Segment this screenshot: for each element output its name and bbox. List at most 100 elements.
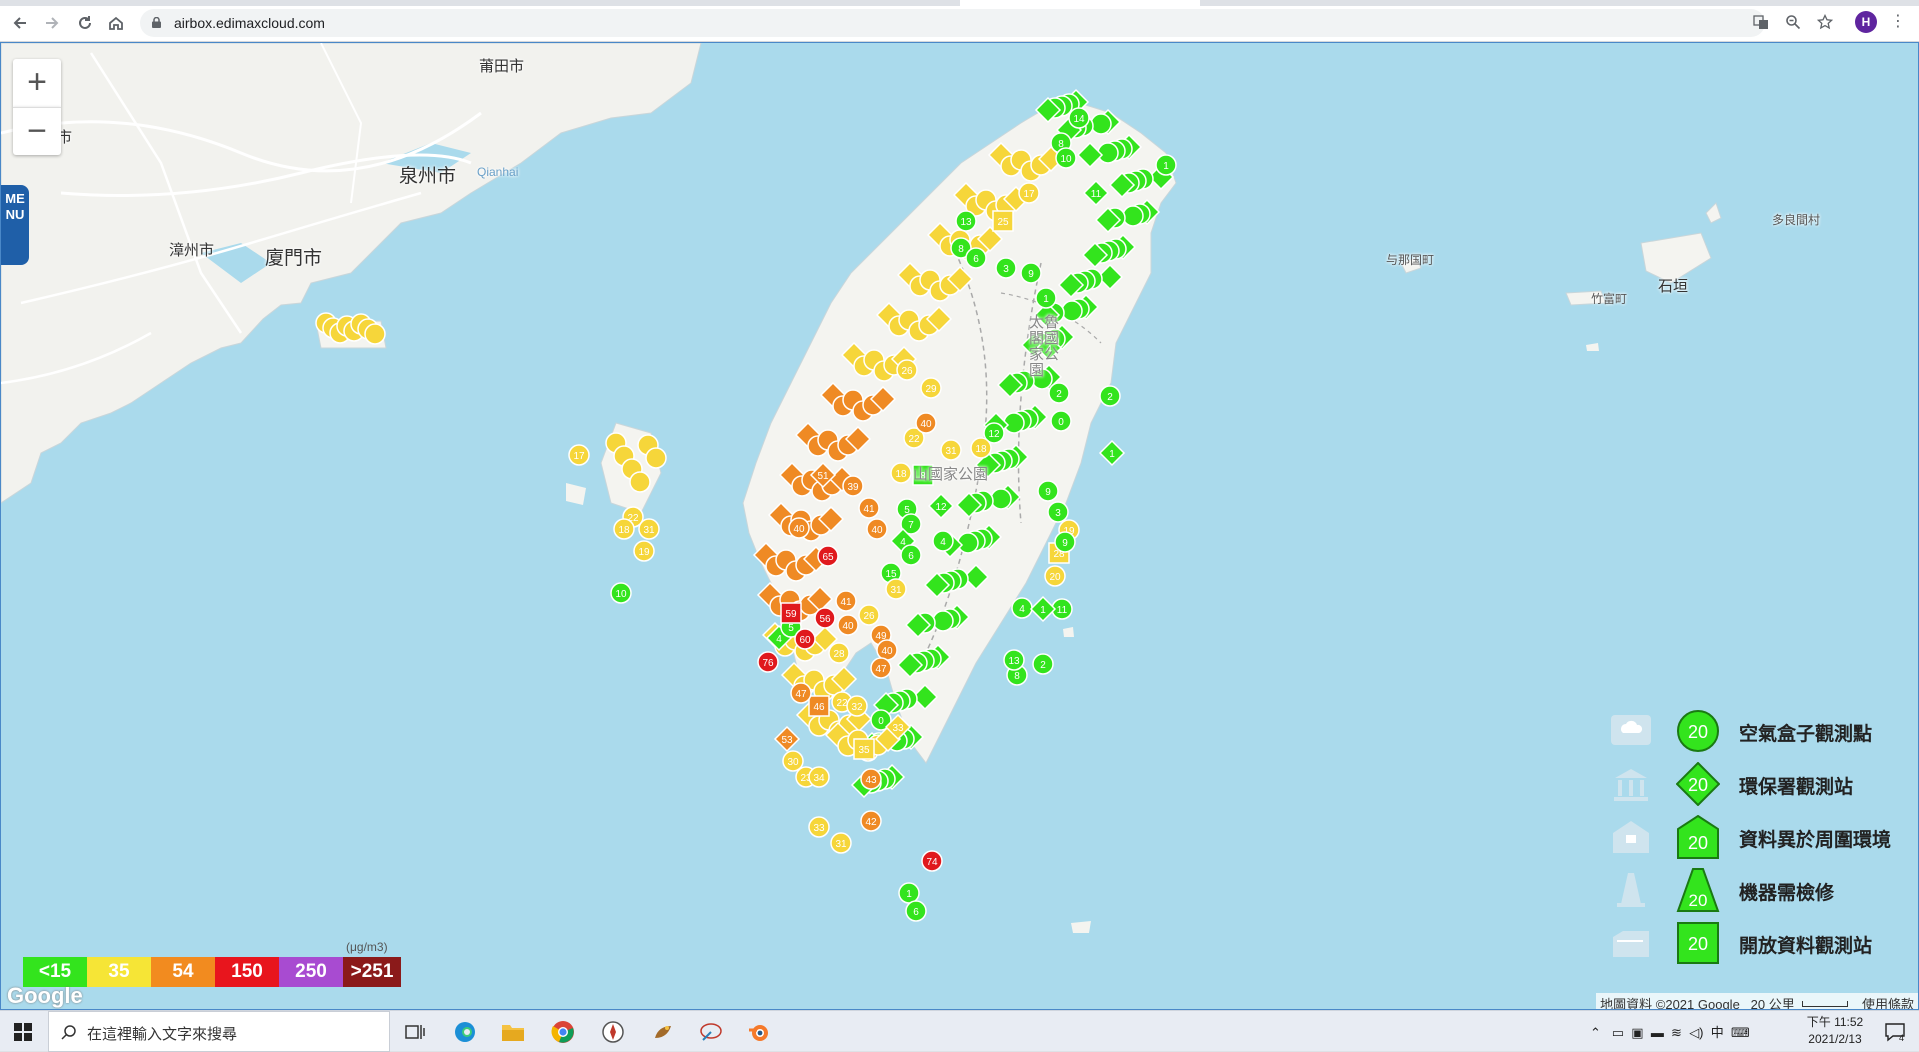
notification-icon[interactable]: 4 (1882, 1019, 1908, 1045)
station-marker[interactable]: 40 (876, 639, 898, 661)
station-marker[interactable]: 3 (995, 257, 1017, 279)
station-marker[interactable]: 28 (828, 642, 850, 664)
station-marker[interactable]: 40 (837, 614, 859, 636)
task-view-icon[interactable] (402, 1019, 428, 1045)
home-icon[interactable] (104, 11, 128, 35)
tray-device-icon[interactable]: ▭ (1612, 1025, 1624, 1040)
blender-icon[interactable] (746, 1019, 772, 1045)
station-marker[interactable]: 42 (860, 810, 882, 832)
tray-wifi-icon[interactable]: ≋ (1671, 1025, 1682, 1040)
station-marker[interactable]: 4 (932, 530, 954, 552)
station-marker[interactable]: 20 (1044, 565, 1066, 587)
station-marker[interactable]: 31 (885, 578, 907, 600)
station-marker[interactable]: 47 (790, 682, 812, 704)
zoom-in-button[interactable]: + (13, 59, 61, 107)
station-marker[interactable]: 59 (780, 602, 802, 624)
station-marker[interactable]: 43 (860, 768, 882, 790)
station-marker[interactable]: 9 (1037, 480, 1059, 502)
station-marker[interactable]: 10 (1055, 147, 1077, 169)
station-marker[interactable]: 13 (1003, 649, 1025, 671)
station-marker[interactable]: 6 (900, 544, 922, 566)
file-explorer-icon[interactable] (500, 1019, 526, 1045)
tray-keyboard-icon[interactable]: ⌨ (1731, 1025, 1750, 1040)
station-marker[interactable]: 53 (773, 725, 801, 753)
station-marker[interactable]: 1 (1098, 439, 1126, 467)
station-marker[interactable]: 6 (965, 247, 987, 269)
zoom-out-button[interactable]: − (13, 107, 61, 155)
active-tab[interactable] (960, 0, 1200, 6)
station-marker[interactable]: 19 (633, 540, 655, 562)
station-marker[interactable] (932, 610, 954, 632)
station-marker[interactable]: 35 (853, 738, 875, 760)
station-marker[interactable]: 30 (782, 750, 804, 772)
station-marker[interactable]: 40 (915, 412, 937, 434)
station-marker[interactable]: 31 (940, 439, 962, 461)
station-marker[interactable]: 33 (808, 816, 830, 838)
station-marker[interactable] (645, 447, 667, 469)
tray-chevron-icon[interactable]: ⌃ (1590, 1025, 1601, 1040)
app-bird-icon[interactable] (650, 1019, 676, 1045)
station-marker[interactable]: 9 (1020, 262, 1042, 284)
station-marker[interactable]: 13 (955, 210, 977, 232)
station-marker[interactable]: 56 (814, 607, 836, 629)
windows-start-icon[interactable] (10, 1019, 36, 1045)
station-marker[interactable]: 41 (858, 497, 880, 519)
station-marker[interactable]: 2 (1032, 653, 1054, 675)
system-tray[interactable]: ⌃ ▭ ▣ ▬ ≋ ◁) 中 ⌨ (1590, 1022, 1750, 1041)
station-marker[interactable]: 17 (568, 444, 590, 466)
station-marker[interactable]: 17 (1018, 182, 1040, 204)
station-marker[interactable]: 39 (842, 475, 864, 497)
app-paint-icon[interactable] (698, 1019, 724, 1045)
forward-icon[interactable] (40, 11, 64, 35)
station-marker[interactable]: 76 (757, 651, 779, 673)
station-marker[interactable]: 18 (613, 518, 635, 540)
taskbar-clock[interactable]: 下午 11:52 2021/2/13 (1790, 1014, 1880, 1048)
edge-icon[interactable] (452, 1019, 478, 1045)
station-marker[interactable]: 31 (830, 832, 852, 854)
menu-tab[interactable]: MENU (1, 185, 29, 265)
station-marker[interactable]: 0 (1050, 410, 1072, 432)
station-marker[interactable]: 18 (890, 462, 912, 484)
station-marker[interactable]: 32 (846, 695, 868, 717)
station-marker[interactable]: 40 (866, 518, 888, 540)
station-marker[interactable]: 40 (788, 517, 810, 539)
station-marker[interactable]: 65 (817, 545, 839, 567)
station-marker[interactable]: 25 (992, 210, 1014, 232)
station-marker[interactable]: 74 (921, 850, 943, 872)
station-marker[interactable]: 46 (808, 695, 830, 717)
chrome-icon[interactable] (550, 1019, 576, 1045)
tray-volume-icon[interactable]: ◁) (1689, 1025, 1703, 1040)
zoom-icon[interactable] (1784, 13, 1802, 31)
taskbar-search[interactable]: 在這裡輸入文字來搜尋 (48, 1011, 390, 1052)
station-marker[interactable]: 26 (896, 359, 918, 381)
station-marker[interactable]: 4 (1011, 597, 1033, 619)
tray-app-icon[interactable]: ▣ (1631, 1025, 1643, 1040)
map-terms-link[interactable]: 使用條款 (1862, 997, 1914, 1009)
browser-menu-icon[interactable]: ⋮ (1890, 11, 1906, 33)
station-marker[interactable]: 41 (835, 590, 857, 612)
station-marker[interactable]: 29 (920, 377, 942, 399)
station-marker[interactable]: 2 (1099, 385, 1121, 407)
station-marker[interactable]: 18 (970, 437, 992, 459)
station-marker[interactable]: 60 (794, 628, 816, 650)
station-marker[interactable]: 2 (1048, 382, 1070, 404)
ime-indicator[interactable]: 中 (1711, 1025, 1724, 1040)
reload-icon[interactable] (73, 11, 97, 35)
map-canvas[interactable]: 14 8 10 1 11 17 25 13 8 6 3 9 1 4 2 0 12 18 31 8 5 7 4 6 15 31 26 4… (0, 42, 1919, 1010)
app-compass-icon[interactable] (600, 1019, 626, 1045)
address-bar[interactable]: airbox.edimaxcloud.com (140, 9, 1765, 37)
station-marker[interactable]: 1 (1035, 287, 1057, 309)
back-icon[interactable] (8, 11, 32, 35)
station-marker[interactable]: 26 (858, 604, 880, 626)
station-marker[interactable]: 1 (1155, 154, 1177, 176)
station-marker[interactable] (1090, 113, 1112, 135)
station-marker[interactable]: 3 (1047, 501, 1069, 523)
station-marker[interactable]: 14 (1068, 107, 1090, 129)
station-marker[interactable]: 47 (870, 657, 892, 679)
tray-battery-icon[interactable]: ▬ (1651, 1025, 1664, 1040)
station-marker[interactable]: 34 (808, 766, 830, 788)
bookmark-star-icon[interactable] (1816, 13, 1834, 31)
station-marker[interactable]: 31 (638, 518, 660, 540)
station-marker[interactable] (364, 323, 386, 345)
station-marker[interactable]: 6 (905, 900, 927, 922)
